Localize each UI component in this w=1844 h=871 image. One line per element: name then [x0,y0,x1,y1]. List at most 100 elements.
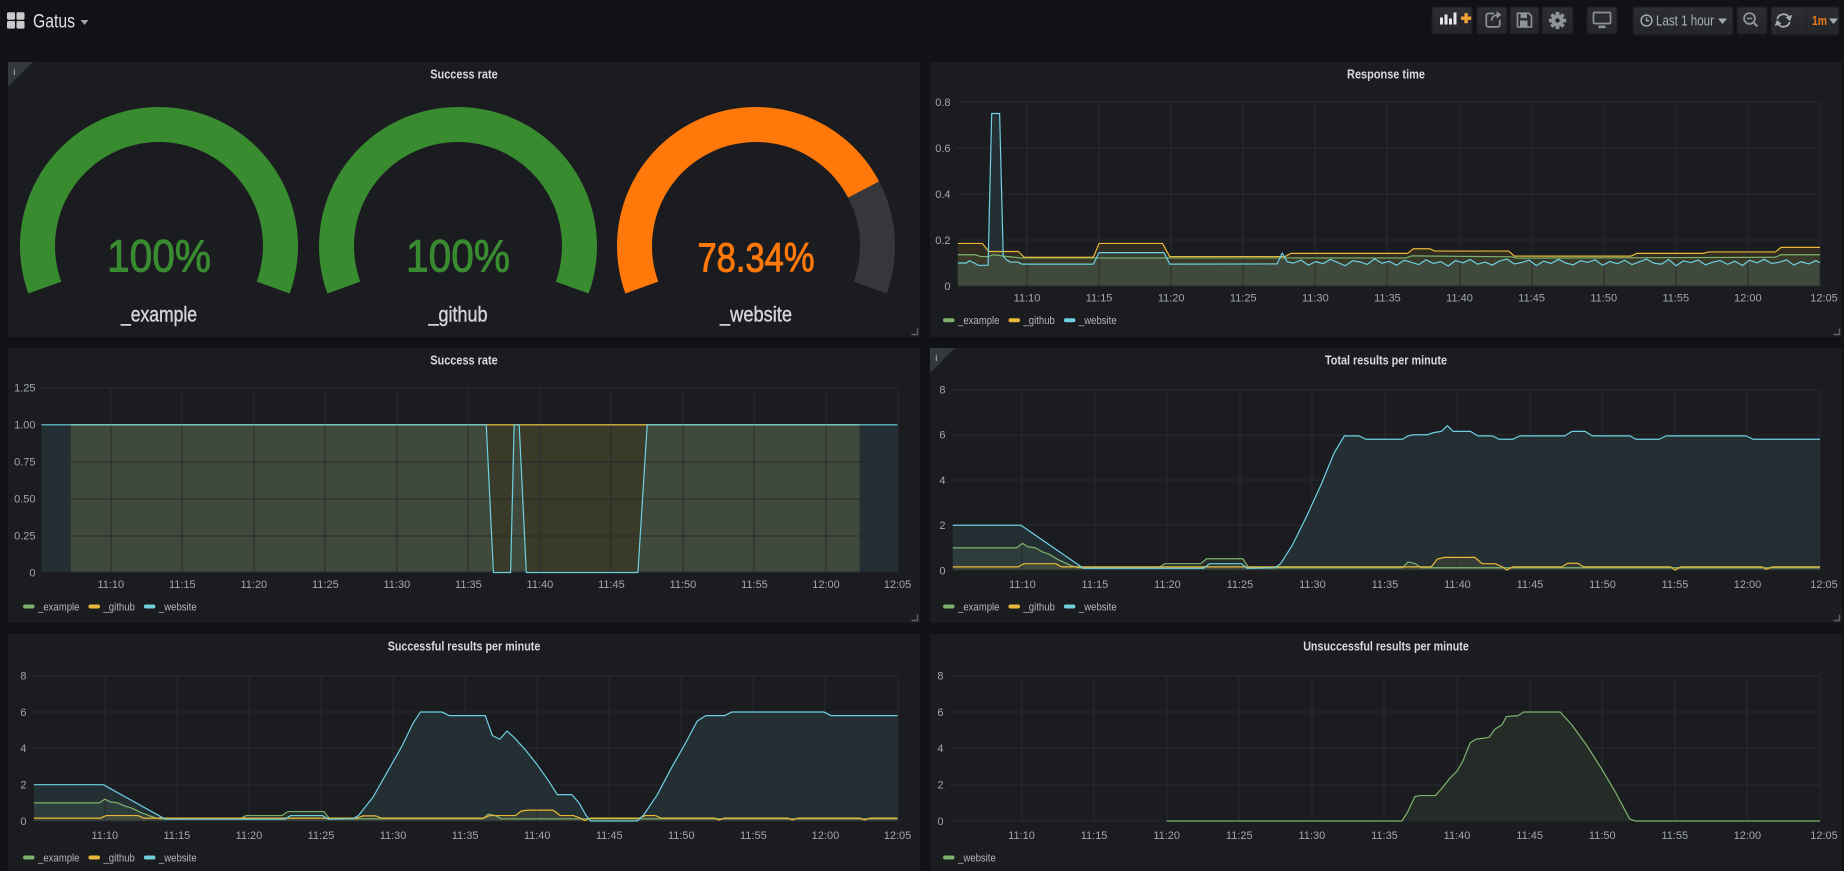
svg-text:11:35: 11:35 [1372,579,1399,591]
svg-text:11:25: 11:25 [312,579,339,591]
svg-text:4: 4 [937,743,943,755]
svg-text:Response time: Response time [1347,67,1425,82]
svg-text:0: 0 [944,281,950,293]
svg-text:11:25: 11:25 [1230,293,1257,305]
svg-text:11:50: 11:50 [1589,830,1616,842]
svg-text:i: i [13,67,15,77]
svg-text:_github: _github [103,852,135,864]
svg-text:11:45: 11:45 [1517,579,1544,591]
svg-text:11:40: 11:40 [1444,579,1471,591]
svg-text:78.34%: 78.34% [698,235,815,281]
svg-text:11:15: 11:15 [169,579,196,591]
svg-text:11:30: 11:30 [1302,293,1329,305]
svg-text:Total results per minute: Total results per minute [1325,353,1447,368]
svg-text:11:15: 11:15 [1082,579,1109,591]
svg-text:_github: _github [103,601,135,613]
svg-text:11:10: 11:10 [1009,579,1036,591]
svg-text:11:20: 11:20 [1153,830,1180,842]
svg-text:_website: _website [957,852,996,864]
svg-text:11:35: 11:35 [455,579,482,591]
svg-text:6: 6 [939,430,945,442]
svg-text:11:40: 11:40 [527,579,554,591]
svg-text:1m: 1m [1812,14,1827,28]
svg-text:0.4: 0.4 [935,189,950,201]
svg-text:1.25: 1.25 [14,383,35,395]
svg-text:100%: 100% [107,231,211,282]
svg-text:12:05: 12:05 [1810,293,1838,305]
svg-text:_example: _example [37,852,79,864]
svg-text:_website: _website [1078,601,1117,613]
svg-text:Gatus: Gatus [33,12,75,33]
svg-text:11:10: 11:10 [97,579,124,591]
svg-text:11:55: 11:55 [1662,579,1689,591]
svg-text:_github: _github [428,304,488,327]
svg-text:12:05: 12:05 [884,830,912,842]
svg-text:11:20: 11:20 [1158,293,1185,305]
svg-text:12:00: 12:00 [1734,830,1762,842]
svg-text:8: 8 [20,671,26,683]
svg-text:i: i [935,353,937,363]
svg-text:12:05: 12:05 [1810,579,1838,591]
svg-text:11:20: 11:20 [1154,579,1181,591]
svg-text:2: 2 [20,779,26,791]
svg-text:Successful results per minute: Successful results per minute [388,639,541,654]
svg-text:4: 4 [20,743,26,755]
svg-text:11:50: 11:50 [670,579,697,591]
svg-text:100%: 100% [406,231,510,282]
svg-text:11:10: 11:10 [91,830,118,842]
svg-text:11:55: 11:55 [1661,830,1688,842]
svg-text:12:05: 12:05 [884,579,912,591]
svg-text:2: 2 [937,779,943,791]
svg-text:_example: _example [957,601,999,613]
svg-text:11:35: 11:35 [1374,293,1401,305]
svg-text:11:50: 11:50 [1590,293,1617,305]
svg-text:0.25: 0.25 [14,530,35,542]
svg-text:_website: _website [719,304,792,327]
svg-text:_github: _github [1023,315,1055,327]
svg-text:11:55: 11:55 [741,579,768,591]
svg-text:12:00: 12:00 [812,579,840,591]
svg-text:0.6: 0.6 [935,143,950,155]
svg-text:11:45: 11:45 [598,579,625,591]
svg-text:12:00: 12:00 [1734,579,1762,591]
svg-text:11:45: 11:45 [1516,830,1543,842]
svg-text:11:25: 11:25 [1226,830,1253,842]
svg-text:11:15: 11:15 [1086,293,1113,305]
svg-text:8: 8 [937,671,943,683]
svg-text:4: 4 [939,475,945,487]
svg-text:0: 0 [29,567,35,579]
svg-text:12:05: 12:05 [1810,830,1838,842]
svg-text:11:40: 11:40 [1446,293,1473,305]
svg-text:11:55: 11:55 [740,830,767,842]
svg-text:11:25: 11:25 [1227,579,1254,591]
svg-text:0.50: 0.50 [14,493,35,505]
svg-text:_website: _website [158,601,197,613]
svg-text:Success rate: Success rate [430,67,498,82]
svg-text:11:30: 11:30 [1299,830,1326,842]
svg-text:0: 0 [939,565,945,577]
svg-text:11:30: 11:30 [380,830,407,842]
svg-text:_website: _website [1078,315,1117,327]
svg-text:11:45: 11:45 [596,830,623,842]
svg-text:11:40: 11:40 [524,830,551,842]
svg-text:_github: _github [1023,601,1055,613]
svg-text:1.00: 1.00 [14,420,35,432]
svg-text:0: 0 [20,816,26,828]
svg-text:6: 6 [20,707,26,719]
svg-text:11:10: 11:10 [1008,830,1035,842]
svg-text:8: 8 [939,384,945,396]
svg-text:0.2: 0.2 [935,235,950,247]
svg-text:0: 0 [937,816,943,828]
svg-text:12:00: 12:00 [1734,293,1762,305]
svg-text:_example: _example [37,601,79,613]
svg-text:11:35: 11:35 [1371,830,1398,842]
svg-text:11:15: 11:15 [164,830,191,842]
svg-text:11:30: 11:30 [384,579,411,591]
svg-text:11:40: 11:40 [1444,830,1471,842]
svg-text:_example: _example [120,304,197,327]
svg-text:11:55: 11:55 [1662,293,1689,305]
svg-text:11:50: 11:50 [668,830,695,842]
svg-text:_website: _website [158,852,197,864]
svg-text:11:50: 11:50 [1589,579,1616,591]
svg-text:11:30: 11:30 [1299,579,1326,591]
